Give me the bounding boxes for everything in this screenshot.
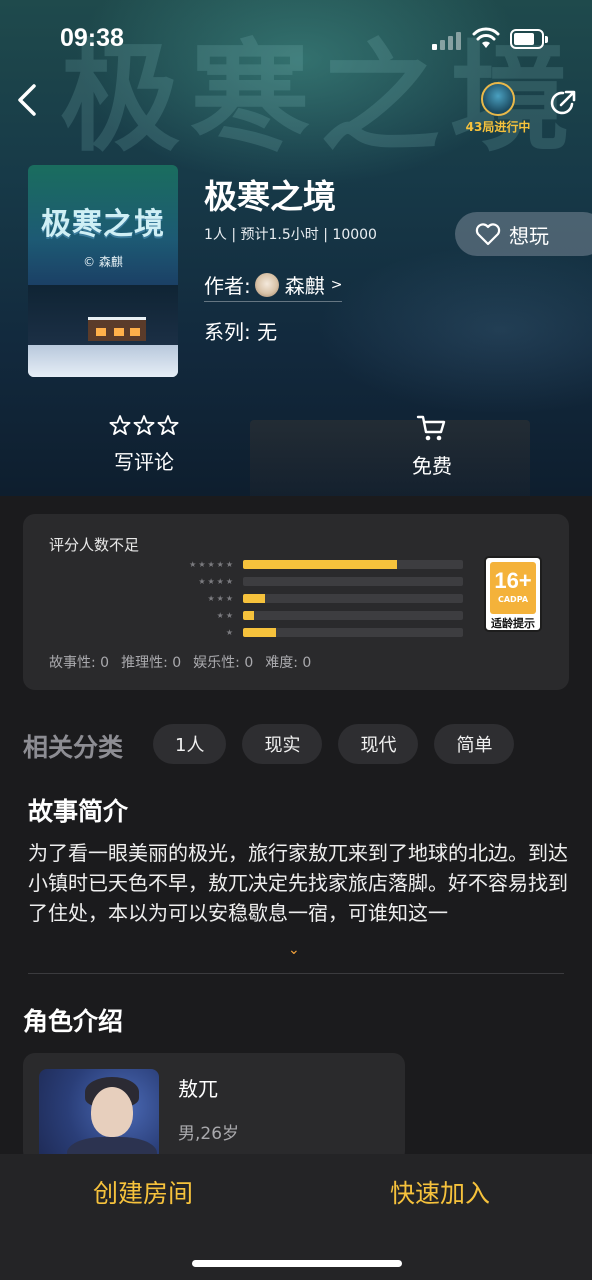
status-bar: 09:38 <box>0 0 592 80</box>
category-chips: 1人 现实 现代 简单 <box>153 724 515 764</box>
metric-difficulty: 难度: 0 <box>265 655 312 671</box>
game-cover-image[interactable]: 极寒之境 © 森麒 <box>28 165 178 377</box>
rating-row: ★★★★ <box>173 573 463 590</box>
divider <box>28 973 564 974</box>
metric-reasoning: 推理性: 0 <box>121 655 182 671</box>
cart-icon <box>416 415 446 441</box>
category-chip[interactable]: 简单 <box>434 724 515 764</box>
game-meta: 1人 | 预计1.5小时 | 10000 <box>204 227 377 243</box>
story-title: 故事简介 <box>28 797 129 826</box>
rating-metrics: 故事性: 0 推理性: 0 娱乐性: 0 难度: 0 <box>49 652 311 672</box>
three-stars-icon <box>109 415 179 435</box>
author-name: 森麒 <box>284 274 325 298</box>
rating-row-stars: ★★ <box>216 611 235 620</box>
author-link[interactable]: 作者: 森麒 > <box>204 272 343 302</box>
hero-background-house <box>250 420 530 496</box>
character-name: 敖兀 <box>178 1077 218 1101</box>
rating-header: 评分人数不足 <box>49 536 140 554</box>
age-rating-note: 适龄提示 <box>491 617 535 630</box>
rating-row-stars: ★★★★ <box>198 577 235 586</box>
write-review-label: 写评论 <box>114 450 174 474</box>
rating-bar-fill <box>243 611 254 620</box>
character-card[interactable]: 敖兀 男,26岁 <box>23 1053 405 1163</box>
characters-title: 角色介绍 <box>23 1007 124 1036</box>
free-purchase-button[interactable]: 免费 <box>392 414 472 479</box>
active-games-text: 43局进行中 <box>465 120 531 134</box>
wifi-icon <box>472 27 500 48</box>
category-chip[interactable]: 1人 <box>153 724 227 764</box>
author-avatar <box>254 272 279 297</box>
write-review-button[interactable]: 写评论 <box>94 414 194 475</box>
series-label: 系列: 无 <box>204 320 278 344</box>
quick-join-button[interactable]: 快速加入 <box>390 1174 490 1210</box>
back-chevron-icon[interactable] <box>14 82 44 118</box>
metric-entertainment: 娱乐性: 0 <box>193 655 254 671</box>
rating-row-stars: ★★★★★ <box>189 560 235 569</box>
active-games-badge[interactable]: 43局进行中 <box>462 82 534 135</box>
story-text: 为了看一眼美丽的极光，旅行家敖兀来到了地球的北边。到达小镇时已天色不早，敖兀决定… <box>28 841 568 925</box>
status-time: 09:38 <box>60 24 124 52</box>
want-to-play-button[interactable]: 想玩 <box>455 212 592 256</box>
want-to-play-label: 想玩 <box>509 223 549 248</box>
cover-title: 极寒之境 <box>41 207 165 242</box>
home-indicator[interactable] <box>192 1260 402 1267</box>
categories-title: 相关分类 <box>23 733 124 762</box>
rating-row: ★★★★★ <box>173 556 463 573</box>
game-title: 极寒之境 <box>204 177 336 216</box>
author-label: 作者: <box>204 274 251 298</box>
rating-bar-fill <box>243 594 265 603</box>
game-badge-icon <box>481 82 515 116</box>
character-info: 男,26岁 <box>178 1124 240 1144</box>
category-chip[interactable]: 现代 <box>338 724 419 764</box>
author-chevron-icon: > <box>330 276 343 293</box>
rating-bar-track <box>243 594 463 603</box>
rating-row: ★★★ <box>173 590 463 607</box>
rating-bar-track <box>243 577 463 586</box>
heart-icon <box>475 223 501 246</box>
age-rating-value: 16+ <box>494 568 532 593</box>
rating-row-stars: ★ <box>225 628 235 637</box>
free-label: 免费 <box>412 454 452 478</box>
cover-author: © 森麒 <box>83 255 123 269</box>
signal-icon <box>432 30 464 50</box>
expand-chevron-icon[interactable]: ⌄ <box>288 942 300 958</box>
age-rating-badge[interactable]: 16+ CADPA 适龄提示 <box>484 556 542 632</box>
rating-bar-track <box>243 611 463 620</box>
rating-bar-track <box>243 628 463 637</box>
character-portrait <box>39 1069 159 1163</box>
age-rating-org: CADPA <box>497 595 529 604</box>
metric-story: 故事性: 0 <box>49 655 110 671</box>
rating-bar-fill <box>243 628 276 637</box>
rating-distribution: ★★★★★ ★★★★ ★★★ ★★ ★ <box>173 556 463 641</box>
category-chip[interactable]: 现实 <box>242 724 323 764</box>
rating-row: ★ <box>173 624 463 641</box>
create-room-button[interactable]: 创建房间 <box>93 1174 193 1210</box>
rating-bar-track <box>243 560 463 569</box>
battery-icon <box>510 29 548 49</box>
rating-bar-fill <box>243 560 397 569</box>
rating-row: ★★ <box>173 607 463 624</box>
rating-card: 评分人数不足 ★★★★★ ★★★★ ★★★ ★★ ★ 16+ CADPA 适龄提示 故事… <box>23 514 569 690</box>
share-icon[interactable] <box>548 88 578 118</box>
rating-row-stars: ★★★ <box>207 594 235 603</box>
